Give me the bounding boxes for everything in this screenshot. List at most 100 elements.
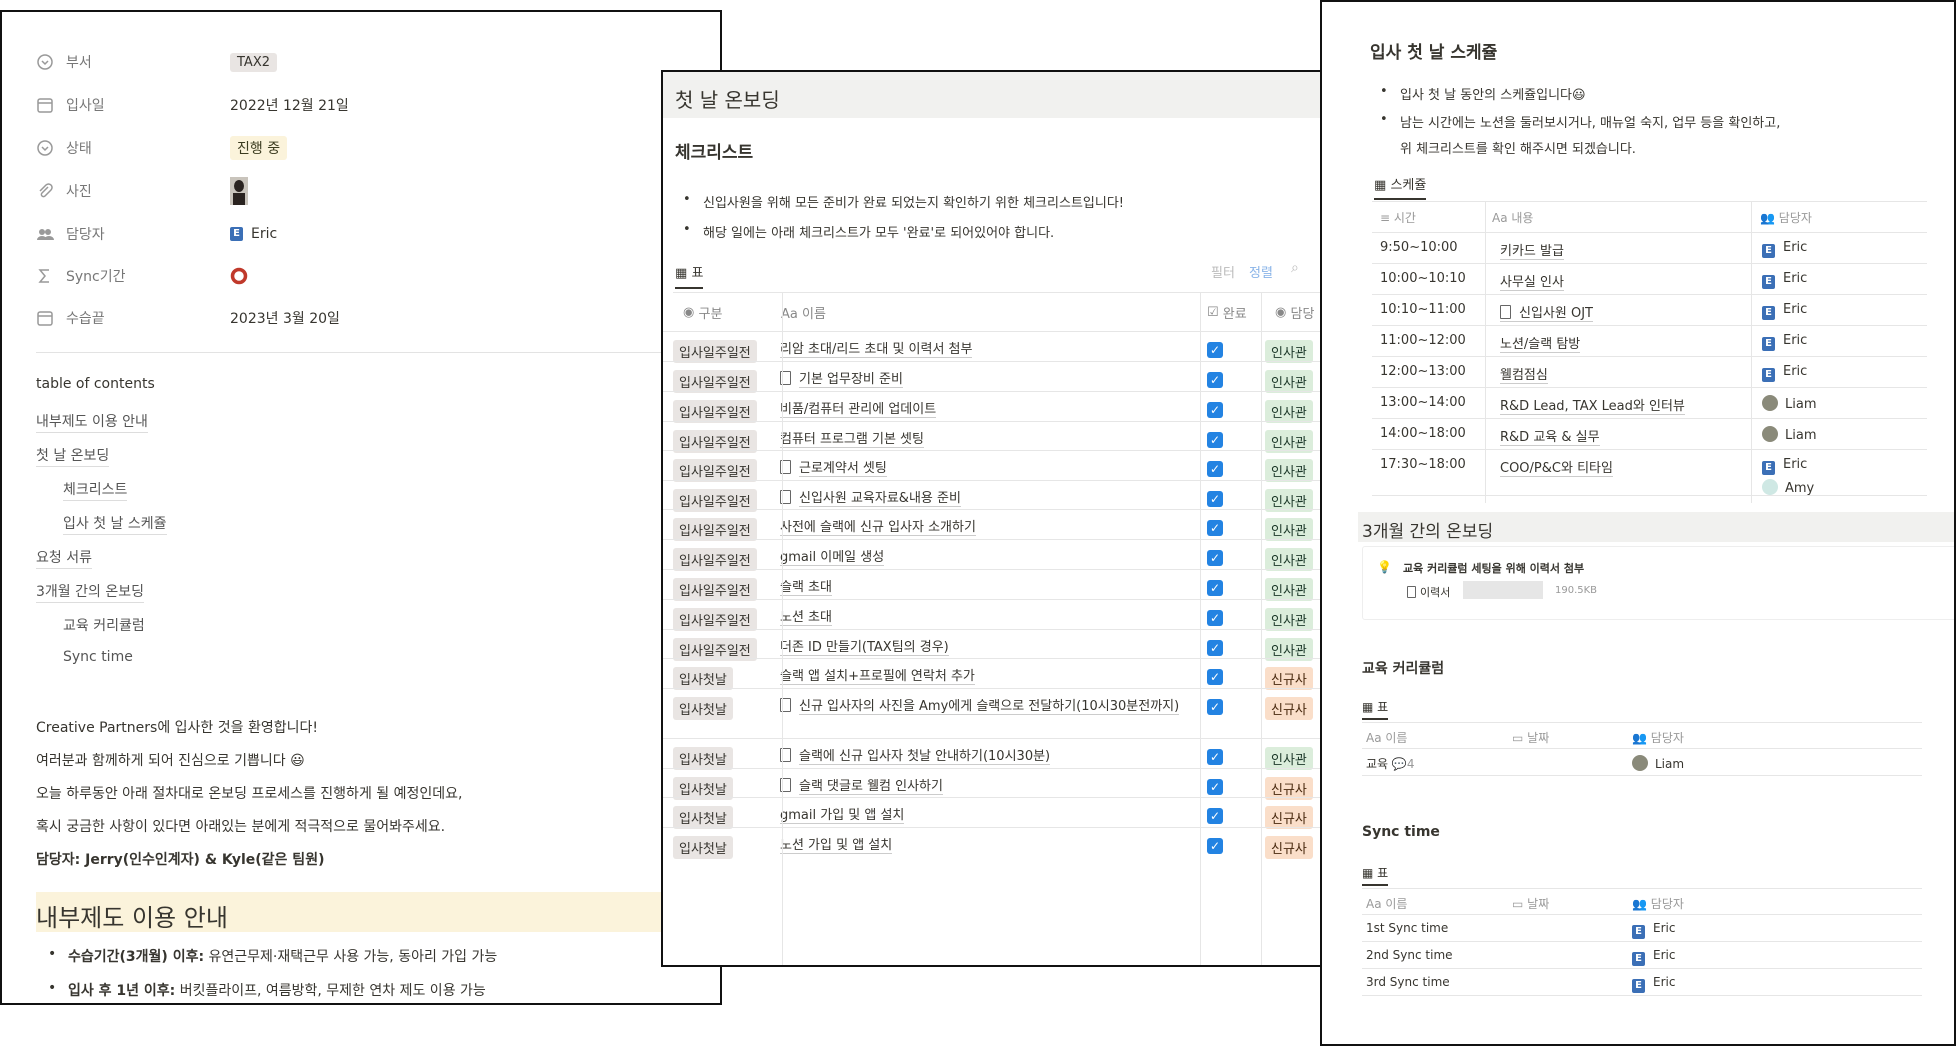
- done-checkbox[interactable]: ✓: [1207, 461, 1223, 477]
- table-row[interactable]: 입사일주일전 슬랙 초대 ✓ 인사관: [663, 569, 1322, 601]
- owner-tag[interactable]: 인사관: [1265, 340, 1313, 363]
- filter-button[interactable]: 필터: [1211, 262, 1235, 281]
- col-name[interactable]: Aa 이름: [781, 293, 826, 331]
- table-row[interactable]: 입사일주일전 사전에 슬랙에 신규 입사자 소개하기 ✓ 인사관: [663, 509, 1322, 541]
- owner-tag[interactable]: 인사관: [1265, 747, 1313, 770]
- table-row[interactable]: 입사일주일전 근로계약서 셋팅 ✓ 인사관: [663, 450, 1322, 482]
- task-name[interactable]: 신입사원 교육자료&내용 준비: [780, 489, 1180, 509]
- table-row[interactable]: 입사첫날 신규 입사자의 사진을 Amy에게 슬랙으로 전달하기(10시30분전까…: [663, 688, 1322, 739]
- done-checkbox[interactable]: ✓: [1207, 838, 1223, 854]
- sort-button[interactable]: 정렬: [1249, 262, 1273, 281]
- done-checkbox[interactable]: ✓: [1207, 342, 1223, 358]
- owner-tag[interactable]: 인사관: [1265, 459, 1313, 482]
- table-row[interactable]: 10:10~11:00 신입사원 OJT E Eric: [1372, 294, 1927, 326]
- done-checkbox[interactable]: ✓: [1207, 699, 1223, 715]
- table-row[interactable]: 입사일주일전 비품/컴퓨터 관리에 업데이트 ✓ 인사관: [663, 391, 1322, 423]
- toc-item[interactable]: 3개월 간의 온보딩: [36, 581, 144, 603]
- view-tab-table[interactable]: ▦ 표: [1362, 864, 1389, 886]
- task-name[interactable]: 슬랙 초대: [780, 578, 1180, 598]
- done-checkbox[interactable]: ✓: [1207, 808, 1223, 824]
- toc-item[interactable]: 체크리스트: [63, 479, 128, 501]
- category-tag[interactable]: 입사첫날: [673, 836, 733, 859]
- category-tag[interactable]: 입사일주일전: [673, 548, 757, 571]
- task-name[interactable]: 비품/컴퓨터 관리에 업데이트: [780, 400, 1180, 420]
- joined-date[interactable]: 2022년 12월 21일: [230, 90, 349, 120]
- done-checkbox[interactable]: ✓: [1207, 402, 1223, 418]
- task-name[interactable]: 더존 ID 만들기(TAX팀의 경우): [780, 638, 1180, 658]
- done-checkbox[interactable]: ✓: [1207, 640, 1223, 656]
- view-tab-table[interactable]: ▦ 표: [1362, 698, 1389, 720]
- table-row[interactable]: 1st Sync time E Eric: [1362, 914, 1922, 941]
- view-tab-schedule[interactable]: ▦ 스케쥴: [1374, 174, 1427, 200]
- resume-file[interactable]: 이력서: [1407, 584, 1450, 600]
- done-checkbox[interactable]: ✓: [1207, 432, 1223, 448]
- table-row[interactable]: 입사첫날 슬랙 댓글로 웰컴 인사하기 ✓ 신규사: [663, 768, 1322, 800]
- table-row[interactable]: 입사일주일전 리암 초대/리드 초대 및 이력서 첨부 ✓ 인사관: [663, 331, 1322, 363]
- done-checkbox[interactable]: ✓: [1207, 372, 1223, 388]
- department-tag[interactable]: TAX2: [230, 52, 278, 72]
- task-name[interactable]: 리암 초대/리드 초대 및 이력서 첨부: [780, 340, 1180, 360]
- table-row[interactable]: 입사첫날 노션 가입 및 앱 설치 ✓ 신규사: [663, 827, 1322, 859]
- probation-end-date[interactable]: 2023년 3월 20일: [230, 303, 340, 333]
- table-row[interactable]: 교육 💬4 Liam: [1362, 748, 1922, 776]
- category-tag[interactable]: 입사첫날: [673, 747, 733, 770]
- category-tag[interactable]: 입사첫날: [673, 697, 733, 720]
- table-row[interactable]: 2nd Sync time E Eric: [1362, 941, 1922, 968]
- toc-item[interactable]: 요청 서류: [36, 547, 92, 569]
- category-tag[interactable]: 입사첫날: [673, 667, 733, 690]
- toc-item[interactable]: 내부제도 이용 안내: [36, 411, 148, 433]
- owner-tag[interactable]: 인사관: [1265, 608, 1313, 631]
- category-tag[interactable]: 입사일주일전: [673, 370, 757, 393]
- table-row[interactable]: 입사일주일전 gmail 이메일 생성 ✓ 인사관: [663, 539, 1322, 571]
- view-tab-table[interactable]: ▦ 표: [675, 262, 704, 289]
- task-name[interactable]: gmail 가입 및 앱 설치: [780, 806, 1180, 826]
- done-checkbox[interactable]: ✓: [1207, 610, 1223, 626]
- task-name[interactable]: 기본 업무장비 준비: [780, 370, 1180, 390]
- task-name[interactable]: 슬랙 앱 설치+프로필에 연락처 추가: [780, 667, 1180, 687]
- category-tag[interactable]: 입사일주일전: [673, 459, 757, 482]
- task-name[interactable]: gmail 이메일 생성: [780, 548, 1180, 568]
- status-tag[interactable]: 진행 중: [230, 136, 288, 160]
- task-name[interactable]: 슬랙에 신규 입사자 첫날 안내하기(10시30분): [780, 747, 1180, 767]
- category-tag[interactable]: 입사일주일전: [673, 400, 757, 423]
- table-row[interactable]: 입사일주일전 노션 초대 ✓ 인사관: [663, 599, 1322, 631]
- category-tag[interactable]: 입사일주일전: [673, 340, 757, 363]
- table-row[interactable]: 입사일주일전 컴퓨터 프로그램 기본 셋팅 ✓ 인사관: [663, 421, 1322, 453]
- table-row[interactable]: 13:00~14:00 R&D Lead, TAX Lead와 인터뷰 Liam: [1372, 387, 1927, 419]
- task-name[interactable]: 슬랙 댓글로 웰컴 인사하기: [780, 777, 1180, 797]
- task-name[interactable]: 노션 가입 및 앱 설치: [780, 836, 1180, 856]
- table-row[interactable]: 입사첫날 gmail 가입 및 앱 설치 ✓ 신규사: [663, 797, 1322, 829]
- task-name[interactable]: 컴퓨터 프로그램 기본 셋팅: [780, 430, 1180, 450]
- owner-tag[interactable]: 신규사: [1265, 667, 1313, 690]
- table-row[interactable]: 14:00~18:00 R&D 교육 & 실무 Liam: [1372, 418, 1927, 450]
- owner-tag[interactable]: 신규사: [1265, 836, 1313, 859]
- done-checkbox[interactable]: ✓: [1207, 520, 1223, 536]
- table-row[interactable]: 9:50~10:00 키카드 발급 E Eric: [1372, 232, 1927, 264]
- col-owner[interactable]: ◉ 담당: [1275, 293, 1314, 331]
- category-tag[interactable]: 입사일주일전: [673, 518, 757, 541]
- owner-tag[interactable]: 신규사: [1265, 697, 1313, 720]
- task-name[interactable]: 노션 초대: [780, 608, 1180, 628]
- owner-tag[interactable]: 인사관: [1265, 548, 1313, 571]
- done-checkbox[interactable]: ✓: [1207, 580, 1223, 596]
- done-checkbox[interactable]: ✓: [1207, 749, 1223, 765]
- manager-value[interactable]: E Eric: [230, 219, 277, 249]
- table-row[interactable]: 입사일주일전 기본 업무장비 준비 ✓ 인사관: [663, 361, 1322, 393]
- owner-tag[interactable]: 인사관: [1265, 578, 1313, 601]
- col-done[interactable]: ☑ 완료: [1207, 293, 1247, 331]
- done-checkbox[interactable]: ✓: [1207, 550, 1223, 566]
- toc-item[interactable]: 교육 커리큘럼: [63, 615, 145, 636]
- search-icon[interactable]: ⌕: [1291, 260, 1299, 276]
- category-tag[interactable]: 입사첫날: [673, 806, 733, 829]
- table-row[interactable]: 입사일주일전 신입사원 교육자료&내용 준비 ✓ 인사관: [663, 480, 1322, 512]
- table-row[interactable]: 12:00~13:00 웰컴점심 E Eric: [1372, 356, 1927, 388]
- category-tag[interactable]: 입사일주일전: [673, 578, 757, 601]
- table-row[interactable]: 3rd Sync time E Eric: [1362, 968, 1922, 995]
- table-row[interactable]: 입사첫날 슬랙에 신규 입사자 첫날 안내하기(10시30분) ✓ 인사관: [663, 738, 1322, 770]
- toc-item[interactable]: 첫 날 온보딩: [36, 445, 110, 467]
- task-name[interactable]: 사전에 슬랙에 신규 입사자 소개하기: [780, 518, 1180, 538]
- toc-item[interactable]: 입사 첫 날 스케쥴: [63, 513, 167, 535]
- col-category[interactable]: ◉ 구분: [683, 293, 722, 331]
- table-row[interactable]: 입사첫날 슬랙 앱 설치+프로필에 연락처 추가 ✓ 신규사: [663, 658, 1322, 690]
- photo-thumbnail[interactable]: [230, 177, 248, 205]
